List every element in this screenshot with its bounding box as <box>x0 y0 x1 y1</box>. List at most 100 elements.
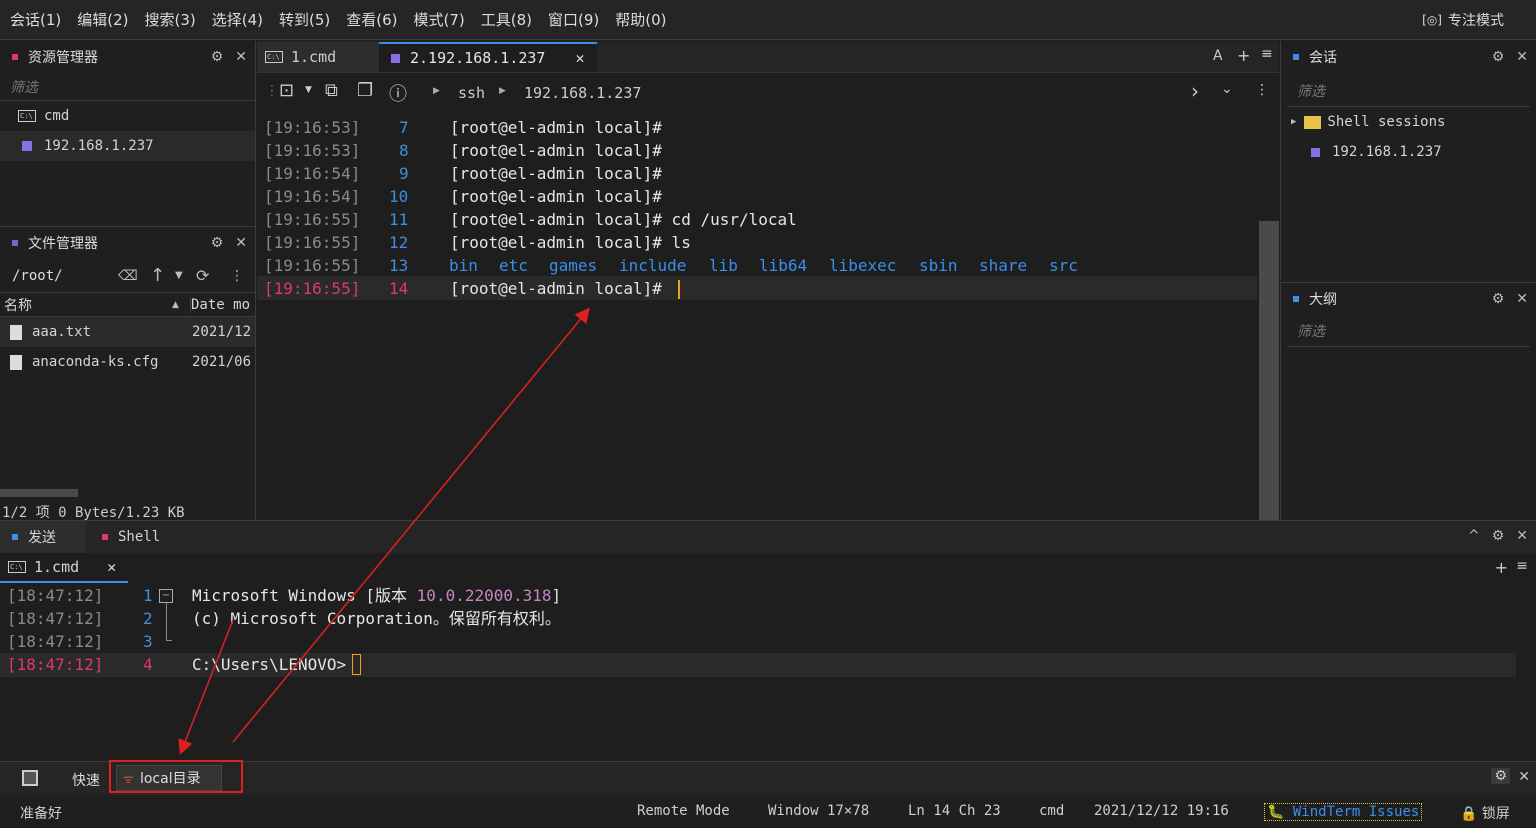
close-icon[interactable]: ✕ <box>1516 291 1528 307</box>
cursor <box>352 654 361 675</box>
col-date-header[interactable]: Date mo <box>190 296 256 313</box>
clear-path-icon[interactable]: ⌫ <box>118 268 138 284</box>
explorer-item-cmd[interactable]: C:\ cmd <box>0 101 255 131</box>
ls-entry: etc <box>499 256 528 275</box>
new-session-icon[interactable]: ⊡ <box>279 80 294 101</box>
tab-menu-icon[interactable]: ≡ <box>1261 46 1273 62</box>
vertical-scrollbar[interactable] <box>1259 221 1279 520</box>
terminal-area[interactable] <box>257 111 1279 520</box>
sessions-panel: 会话 ⚙ ✕ 筛选 ▶ Shell sessions 192.168.1.237 <box>1280 41 1536 281</box>
line-timestamp: [19:16:54] <box>264 164 361 183</box>
copy-icon[interactable]: ❐ <box>357 80 373 101</box>
windterm-issues-link[interactable]: 🐛 WindTerm Issues <box>1264 803 1423 821</box>
menu-search[interactable]: 搜索(3) <box>145 9 196 30</box>
status-datetime: 2021/12/12 19:16 <box>1094 803 1229 819</box>
menu-tools[interactable]: 工具(8) <box>481 9 532 30</box>
menu-session[interactable]: 会话(1) <box>10 9 61 30</box>
tab-send[interactable]: 发送 <box>0 521 86 553</box>
outline-title: 大纲 <box>1309 292 1337 308</box>
cmd-text: Microsoft Windows [版本 10.0.22000.318] <box>192 584 561 607</box>
chevron-right-icon[interactable]: › <box>1191 79 1199 103</box>
tab-cmd[interactable]: C:\ 1.cmd <box>257 42 379 72</box>
path-input[interactable]: /root/ <box>12 268 112 284</box>
status-shell[interactable]: cmd <box>1039 803 1064 819</box>
terminal-text: [root@el-admin local]# <box>450 141 662 160</box>
status-ready: 准备好 <box>20 806 62 822</box>
refresh-icon[interactable]: ⟳ <box>196 266 209 285</box>
filemgr-marker <box>12 240 18 246</box>
file-row[interactable]: aaa.txt 2021/12 <box>0 317 255 347</box>
menu-goto[interactable]: 转到(5) <box>279 9 330 30</box>
grip-icon: ⋮ <box>265 83 279 99</box>
col-name-header[interactable]: 名称 <box>0 295 186 315</box>
chevron-down-icon[interactable]: ⌄ <box>1221 81 1233 97</box>
gear-icon[interactable]: ⚙ <box>1491 768 1510 784</box>
cmd-text-part: ] <box>551 586 562 605</box>
cmd-text-part: Microsoft Windows [版本 <box>192 586 417 605</box>
tab-menu-icon[interactable]: ≡ <box>1516 558 1528 574</box>
status-position[interactable]: Ln 14 Ch 23 <box>908 803 1001 819</box>
file-manager-panel: 文件管理器 ⚙ ✕ /root/ ⌫ ↑ ▼ ⟳ ⋮ 名称 ▲ Date mo a… <box>0 226 256 521</box>
explorer-title: 资源管理器 <box>28 50 98 66</box>
more-icon[interactable]: ⋮ <box>1255 82 1269 98</box>
menu-window[interactable]: 窗口(9) <box>548 9 599 30</box>
close-icon[interactable]: ✕ <box>235 49 247 65</box>
session-group-shell[interactable]: ▶ Shell sessions <box>1281 107 1536 137</box>
dropdown-icon[interactable]: ▼ <box>175 270 183 281</box>
status-window[interactable]: Window 17×78 <box>768 803 869 819</box>
close-icon[interactable]: ✕ <box>235 235 247 251</box>
breadcrumb-host[interactable]: 192.168.1.237 <box>524 84 641 102</box>
gear-icon[interactable]: ⚙ <box>1492 291 1505 307</box>
gear-icon[interactable]: ⚙ <box>1492 528 1505 544</box>
lock-screen-button[interactable]: 🔒 锁屏 <box>1460 803 1510 823</box>
file-row[interactable]: anaconda-ks.cfg 2021/06 <box>0 347 255 377</box>
status-mode[interactable]: Remote Mode <box>637 803 730 819</box>
menu-edit[interactable]: 编辑(2) <box>77 9 128 30</box>
line-number: 9 <box>399 164 409 183</box>
menu-help[interactable]: 帮助(0) <box>615 9 666 30</box>
tab-shell[interactable]: Shell <box>90 521 160 553</box>
menu-select[interactable]: 选择(4) <box>212 9 263 30</box>
line-number: 1 <box>143 586 153 605</box>
ls-entry: lib64 <box>759 256 808 275</box>
sessions-title: 会话 <box>1309 50 1337 66</box>
collapse-icon[interactable]: ^ <box>1468 528 1480 544</box>
menu-mode[interactable]: 模式(7) <box>414 9 465 30</box>
explorer-filter-input[interactable]: 筛选 <box>0 73 255 101</box>
fold-icon[interactable]: − <box>159 589 173 603</box>
line-number: 2 <box>143 609 153 628</box>
line-number: 3 <box>143 632 153 651</box>
more-icon[interactable]: ⋮ <box>230 268 244 284</box>
session-icon <box>22 141 32 151</box>
close-icon[interactable]: ✕ <box>1516 528 1528 544</box>
horizontal-scrollbar[interactable] <box>0 489 78 497</box>
dropdown-icon[interactable]: ▼ <box>305 85 312 95</box>
close-tab-icon[interactable]: ✕ <box>575 49 584 67</box>
explorer-item-host[interactable]: 192.168.1.237 <box>0 131 255 161</box>
close-tab-icon[interactable]: ✕ <box>107 558 116 576</box>
font-button[interactable]: A <box>1213 48 1223 64</box>
cmd-icon: C:\ <box>8 561 26 573</box>
tab-ssh[interactable]: 2.192.168.1.237 ✕ <box>379 42 597 72</box>
close-icon[interactable]: ✕ <box>1516 49 1528 65</box>
gear-icon[interactable]: ⚙ <box>1492 49 1505 65</box>
add-tab-icon[interactable]: + <box>1237 46 1250 65</box>
gear-icon[interactable]: ⚙ <box>211 235 224 251</box>
session-item-host[interactable]: 192.168.1.237 <box>1281 137 1536 167</box>
add-tab-icon[interactable]: + <box>1495 558 1508 577</box>
menu-view[interactable]: 查看(6) <box>346 9 397 30</box>
outline-filter-input[interactable]: 筛选 <box>1287 315 1530 347</box>
breadcrumb-ssh[interactable]: ssh <box>458 84 485 102</box>
line-number: 11 <box>389 210 409 229</box>
send-marker <box>12 534 18 540</box>
line-timestamp: [19:16:53] <box>264 141 361 160</box>
subtab-cmd[interactable]: C:\ 1.cmd ✕ <box>0 553 128 583</box>
panel-toggle-icon[interactable] <box>22 770 38 786</box>
focus-mode-button[interactable]: [◎] 专注模式 <box>1422 10 1504 30</box>
info-icon[interactable]: ⓘ <box>389 80 407 106</box>
up-arrow-icon[interactable]: ↑ <box>150 265 165 286</box>
sessions-filter-input[interactable]: 筛选 <box>1287 73 1530 107</box>
close-icon[interactable]: ✕ <box>1518 769 1530 785</box>
duplicate-icon[interactable]: ⧉ <box>325 80 338 101</box>
gear-icon[interactable]: ⚙ <box>211 49 224 65</box>
